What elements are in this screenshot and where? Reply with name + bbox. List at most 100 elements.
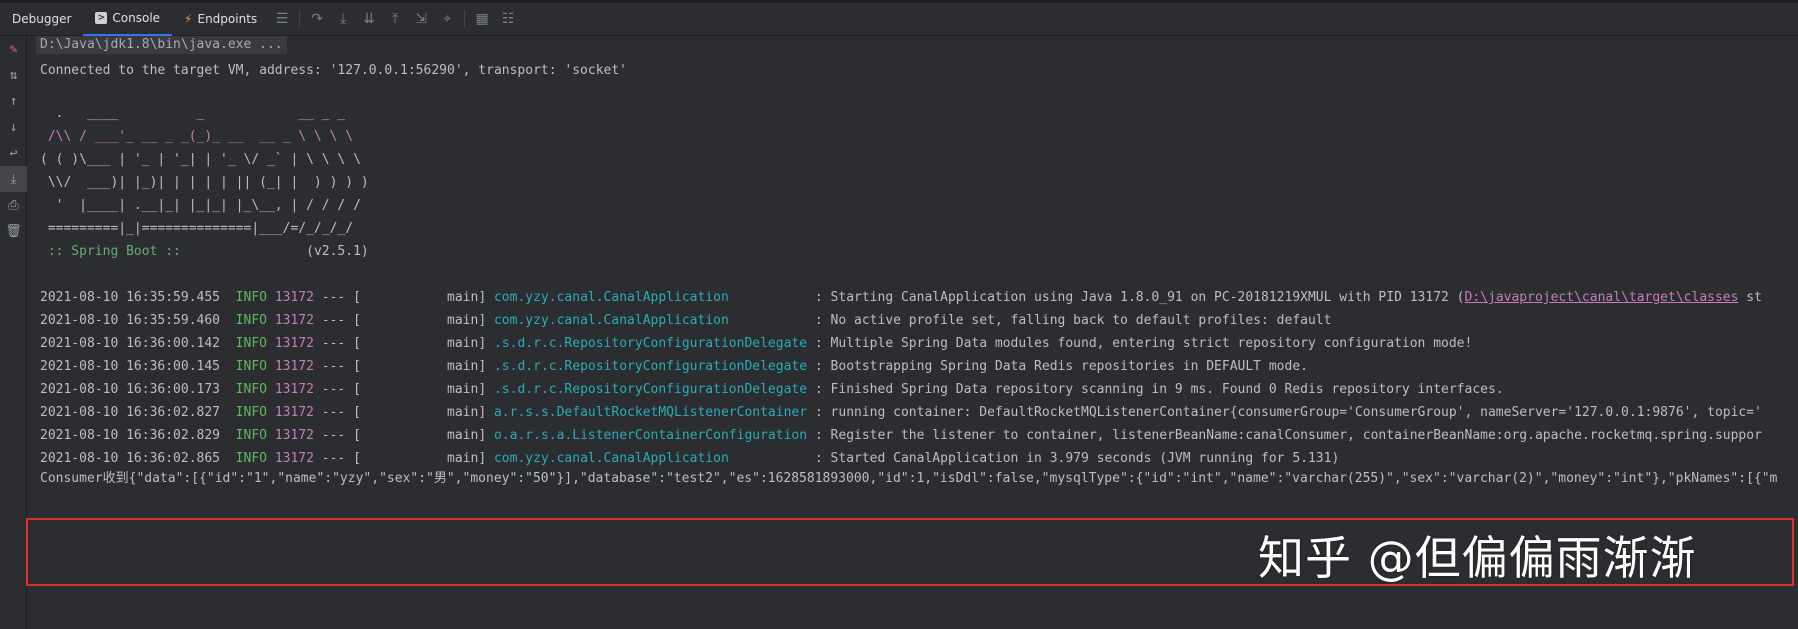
log-spacer xyxy=(314,428,322,443)
log-timestamp: 2021-08-10 16:35:59.455 xyxy=(40,290,221,305)
toolbar-divider xyxy=(464,10,466,28)
log-logger: a.r.s.s.DefaultRocketMQListenerContainer xyxy=(493,405,808,420)
force-step-into-icon[interactable]: ⇊ xyxy=(356,3,382,36)
log-spacer xyxy=(314,290,322,305)
log-thread: main] xyxy=(447,428,487,443)
log-spacer xyxy=(361,405,447,420)
log-level: INFO xyxy=(235,336,267,351)
menu-icon[interactable]: ☰ xyxy=(269,3,295,36)
log-thread: main] xyxy=(447,290,487,305)
spring-boot-version: (v2.5.1) xyxy=(306,244,369,259)
log-spacer xyxy=(220,451,236,466)
log-message: : Finished Spring Data repository scanni… xyxy=(814,382,1504,397)
print-icon[interactable]: ⎙ xyxy=(0,192,27,218)
log-spacer xyxy=(361,313,447,328)
log-logger: com.yzy.canal.CanalApplication xyxy=(493,451,729,466)
log-spacer xyxy=(486,428,494,443)
log-message: : Starting CanalApplication using Java 1… xyxy=(814,290,1465,305)
log-sep: --- [ xyxy=(321,336,361,351)
log-pid: 13172 xyxy=(274,313,314,328)
log-spacer xyxy=(486,290,494,305)
log-spacer xyxy=(729,290,815,305)
log-classpath-link[interactable]: D:\javaproject\canal\target\classes xyxy=(1465,290,1739,305)
log-sep: --- [ xyxy=(321,382,361,397)
scroll-icon[interactable]: ⤓ xyxy=(0,166,27,192)
log-message: : running container: DefaultRocketMQList… xyxy=(814,405,1762,420)
watermark: 知乎 @但偏偏雨渐渐 xyxy=(1258,531,1697,585)
log-line: 2021-08-10 16:36:02.865 INFO 13172 --- [… xyxy=(40,450,1339,468)
log-tail: st xyxy=(1738,290,1762,305)
banner-line: . ____ _ __ _ _ xyxy=(40,106,346,121)
log-logger: .s.d.r.c.RepositoryConfigurationDelegate xyxy=(493,359,808,374)
log-sep: --- [ xyxy=(321,428,361,443)
evaluate-icon[interactable]: ⌖ xyxy=(434,3,460,36)
log-thread: main] xyxy=(447,336,487,351)
log-timestamp: 2021-08-10 16:35:59.460 xyxy=(40,313,221,328)
trash-icon[interactable]: 🗑 xyxy=(0,218,27,244)
log-spacer xyxy=(314,405,322,420)
tab-console[interactable]: > Console xyxy=(83,3,173,36)
console-sidebar: ✎ ⇅ ↑ ↓ ↩ ⤓ ⎙ 🗑 xyxy=(0,36,27,629)
log-logger: .s.d.r.c.RepositoryConfigurationDelegate xyxy=(493,382,808,397)
log-spacer xyxy=(314,336,322,351)
table-icon[interactable]: ▦ xyxy=(469,3,495,36)
log-logger: com.yzy.canal.CanalApplication xyxy=(493,290,729,305)
log-thread: main] xyxy=(447,451,487,466)
log-level: INFO xyxy=(235,313,267,328)
log-logger: .s.d.r.c.RepositoryConfigurationDelegate xyxy=(493,336,808,351)
log-spacer xyxy=(807,428,815,443)
tab-endpoints[interactable]: ⚡ Endpoints xyxy=(172,3,269,36)
soft-wrap-icon[interactable]: ↩ xyxy=(0,140,27,166)
debug-toolbar: Debugger > Console ⚡ Endpoints ☰ ↷ ⤓ ⇊ ⤒… xyxy=(0,0,1798,36)
step-into-icon[interactable]: ⤓ xyxy=(330,3,356,36)
log-spacer xyxy=(807,359,815,374)
log-thread: main] xyxy=(447,359,487,374)
log-spacer xyxy=(361,290,447,305)
spring-boot-label: :: Spring Boot :: xyxy=(40,244,181,259)
log-line: 2021-08-10 16:35:59.460 INFO 13172 --- [… xyxy=(40,312,1331,330)
log-spacer xyxy=(486,451,494,466)
log-spacer xyxy=(267,359,275,374)
log-sep: --- [ xyxy=(321,359,361,374)
log-spacer xyxy=(807,382,815,397)
run-to-cursor-icon[interactable]: ⇲ xyxy=(408,3,434,36)
log-spacer xyxy=(220,359,236,374)
log-spacer xyxy=(486,359,494,374)
up-icon[interactable]: ↑ xyxy=(0,88,27,114)
log-timestamp: 2021-08-10 16:36:00.142 xyxy=(40,336,221,351)
log-logger: o.a.r.s.a.ListenerContainerConfiguration xyxy=(493,428,808,443)
log-spacer xyxy=(361,382,447,397)
log-spacer xyxy=(220,313,236,328)
log-line: 2021-08-10 16:36:00.145 INFO 13172 --- [… xyxy=(40,358,1308,376)
tab-debugger-label: Debugger xyxy=(12,12,72,26)
log-message: : Started CanalApplication in 3.979 seco… xyxy=(814,451,1340,466)
log-line: 2021-08-10 16:35:59.455 INFO 13172 --- [… xyxy=(40,289,1762,307)
log-spacer xyxy=(220,382,236,397)
consumer-output: Consumer收到{"data":[{"id":"1","name":"yzy… xyxy=(40,471,1778,486)
log-spacer xyxy=(486,336,494,351)
log-timestamp: 2021-08-10 16:36:02.865 xyxy=(40,451,221,466)
banner-line: /\\ / ___'_ __ _ _(_)_ __ __ _ \ \ \ \ xyxy=(40,129,354,144)
log-spacer xyxy=(807,336,815,351)
settings-icon[interactable]: ☷ xyxy=(495,3,521,36)
log-spacer xyxy=(220,405,236,420)
log-thread: main] xyxy=(447,382,487,397)
log-spacer xyxy=(267,382,275,397)
log-spacer xyxy=(486,382,494,397)
log-level: INFO xyxy=(235,405,267,420)
step-over-icon[interactable]: ↷ xyxy=(304,3,330,36)
scroll-to-end-icon[interactable]: ⇅ xyxy=(0,62,27,88)
step-out-icon[interactable]: ⤒ xyxy=(382,3,408,36)
log-spacer xyxy=(314,313,322,328)
log-sep: --- [ xyxy=(321,451,361,466)
tab-console-label: Console xyxy=(112,11,161,25)
down-icon[interactable]: ↓ xyxy=(0,114,27,140)
tab-debugger[interactable]: Debugger xyxy=(0,3,83,36)
log-spacer xyxy=(361,336,447,351)
log-level: INFO xyxy=(235,359,267,374)
log-spacer xyxy=(729,313,815,328)
log-thread: main] xyxy=(447,313,487,328)
clear-icon[interactable]: ✎ xyxy=(0,36,27,62)
log-logger: com.yzy.canal.CanalApplication xyxy=(493,313,729,328)
banner-line: ' |____| .__|_| |_|_| |_\__, | / / / / xyxy=(40,198,361,213)
